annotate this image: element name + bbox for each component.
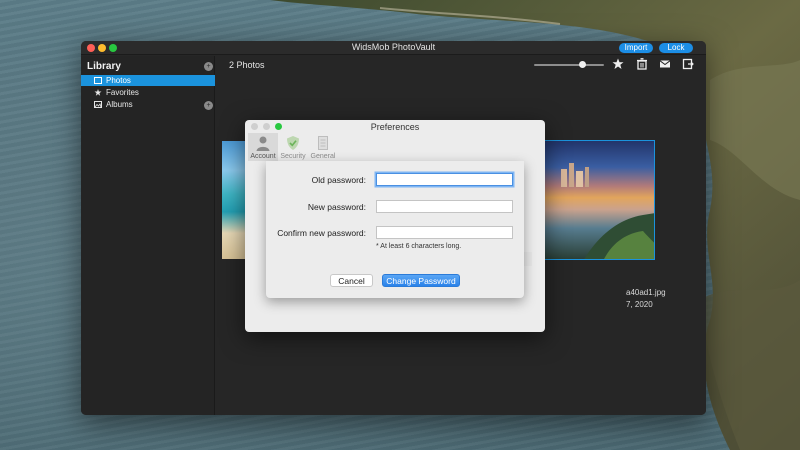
- sidebar: Library + Photos Favorites Albums +: [81, 56, 215, 415]
- tab-general[interactable]: General: [308, 133, 338, 161]
- preferences-title: Preferences: [370, 122, 420, 132]
- sidebar-item-label: Albums: [106, 100, 133, 109]
- old-password-label: Old password:: [311, 175, 366, 185]
- account-icon: [256, 136, 270, 151]
- trash-icon[interactable]: [636, 58, 648, 70]
- password-hint: * At least 6 characters long.: [376, 243, 462, 250]
- lock-button[interactable]: Lock: [659, 43, 693, 53]
- tab-account[interactable]: Account: [248, 133, 278, 161]
- star-icon: [94, 89, 102, 96]
- change-password-sheet: Old password: New password: Confirm new …: [266, 161, 524, 298]
- cancel-button[interactable]: Cancel: [330, 274, 373, 287]
- change-password-button[interactable]: Change Password: [382, 274, 460, 287]
- sidebar-item-label: Favorites: [106, 88, 139, 97]
- shield-icon: [287, 136, 299, 150]
- tab-label: Account: [250, 153, 276, 160]
- add-library-button[interactable]: +: [204, 62, 213, 71]
- new-password-label: New password:: [307, 202, 366, 212]
- zoom-slider[interactable]: [534, 64, 604, 66]
- tab-label: Security: [280, 153, 306, 160]
- star-icon[interactable]: [612, 58, 624, 70]
- new-password-field[interactable]: [376, 200, 513, 213]
- window-titlebar: WidsMob PhotoVault Import Lock: [81, 41, 706, 55]
- dialog-edge-control: [523, 252, 532, 266]
- sidebar-item-photos[interactable]: Photos: [81, 75, 215, 86]
- general-icon: [318, 136, 328, 150]
- old-password-field[interactable]: [376, 173, 513, 186]
- library-title: Library: [87, 61, 121, 72]
- photo-filename: a40ad1.jpg: [626, 288, 666, 297]
- album-icon: [94, 101, 102, 108]
- city-photo-image: [561, 163, 654, 259]
- sidebar-item-label: Photos: [106, 76, 131, 85]
- tab-security[interactable]: Security: [278, 133, 308, 161]
- sidebar-item-albums[interactable]: Albums: [81, 99, 215, 110]
- photo-date: 7, 2020: [626, 300, 653, 309]
- photo-count: 2 Photos: [229, 60, 265, 70]
- photo-thumbnail-city[interactable]: [542, 140, 655, 260]
- import-button[interactable]: Import: [619, 43, 653, 53]
- confirm-password-field[interactable]: [376, 226, 513, 239]
- confirm-password-label: Confirm new password:: [277, 228, 366, 238]
- sidebar-item-favorites[interactable]: Favorites: [81, 87, 215, 98]
- mail-icon[interactable]: [659, 58, 671, 70]
- add-album-button[interactable]: +: [204, 101, 213, 110]
- export-icon[interactable]: [682, 58, 694, 70]
- tab-label: General: [310, 153, 336, 160]
- photo-icon: [94, 77, 102, 84]
- zoom-slider-handle[interactable]: [579, 61, 586, 68]
- window-title: WidsMob PhotoVault: [351, 42, 436, 52]
- preferences-titlebar: Preferences: [245, 120, 545, 133]
